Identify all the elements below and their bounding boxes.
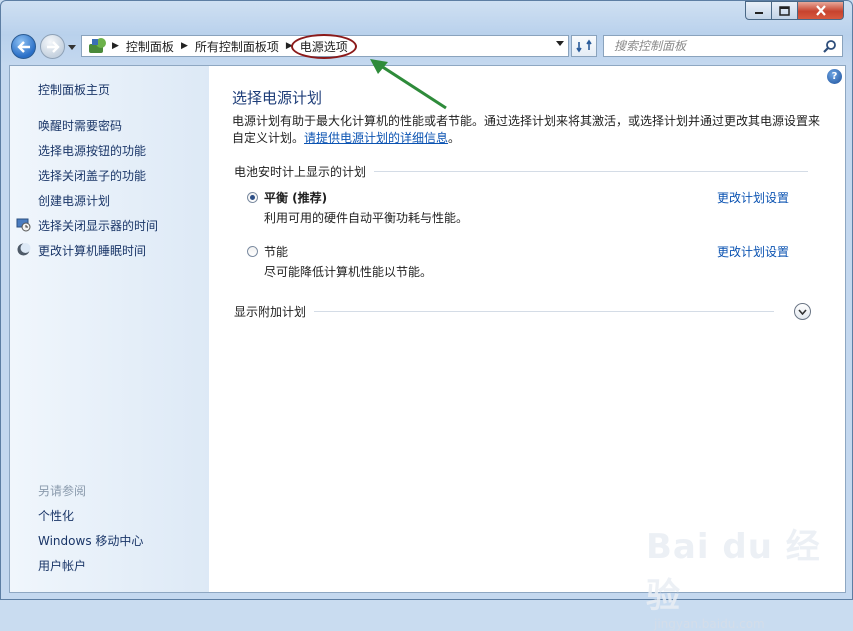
sidebar-item-display-off[interactable]: 选择关闭显示器的时间 — [38, 217, 158, 234]
window-frame: ▶ 控制面板 ▶ 所有控制面板项 ▶ 电源选项 控制面板主页 唤醒时需要密码 — [0, 0, 853, 631]
annotation-arrow — [370, 59, 447, 110]
main-panel: ? 选择电源计划 电源计划有助于最大化计算机的性能或者节能。通过选择计划来将其激… — [209, 66, 845, 592]
maximize-icon — [779, 5, 790, 16]
forward-button[interactable] — [40, 34, 65, 59]
control-panel-icon — [89, 38, 106, 53]
description-end: 。 — [448, 131, 461, 145]
search-input[interactable] — [612, 38, 816, 54]
breadcrumb: ▶ 控制面板 ▶ 所有控制面板项 ▶ 电源选项 — [110, 33, 357, 59]
refresh-icon — [576, 39, 592, 53]
monitor-clock-icon — [16, 218, 31, 232]
address-dropdown-icon[interactable] — [556, 41, 564, 46]
battery-plans-heading: 电池安时计上显示的计划 — [234, 165, 367, 179]
address-bar[interactable]: ▶ 控制面板 ▶ 所有控制面板项 ▶ 电源选项 — [81, 33, 569, 59]
group-divider — [314, 311, 774, 312]
page-title: 选择电源计划 — [232, 89, 323, 107]
sidebar-item-power-buttons[interactable]: 选择电源按钮的功能 — [38, 142, 146, 159]
plan-details-link[interactable]: 请提供电源计划的详细信息 — [304, 131, 448, 145]
see-also-personalization[interactable]: 个性化 — [38, 507, 74, 524]
plan-power-saver-description: 尽可能降低计算机性能以节能。 — [264, 265, 433, 279]
additional-plans-label[interactable]: 显示附加计划 — [234, 303, 306, 320]
plan-balanced-description: 利用可用的硬件自动平衡功耗与性能。 — [264, 211, 469, 225]
minimize-button[interactable] — [745, 1, 772, 20]
breadcrumb-separator[interactable]: ▶ — [110, 41, 121, 51]
watermark-url: jingyan.baidu.com — [654, 617, 765, 631]
close-button[interactable] — [798, 1, 844, 20]
close-icon — [815, 5, 826, 16]
expand-additional-plans-button[interactable] — [794, 303, 811, 320]
battery-plans-group: 电池安时计上显示的计划 — [234, 163, 808, 180]
sidebar-item-wake-password[interactable]: 唤醒时需要密码 — [38, 117, 122, 134]
chevron-down-icon — [68, 44, 76, 50]
maximize-button[interactable] — [772, 1, 798, 20]
plan-balanced-name[interactable]: 平衡 (推荐) — [264, 189, 327, 206]
sidebar-item-create-plan[interactable]: 创建电源计划 — [38, 192, 110, 209]
sleep-moon-icon — [17, 243, 31, 256]
plan-power-saver-name[interactable]: 节能 — [264, 243, 288, 260]
plan-balanced-change-settings-link[interactable]: 更改计划设置 — [717, 189, 789, 206]
baidu-watermark: Bai du 经验 jingyan.baidu.com — [646, 519, 846, 631]
page-description: 电源计划有助于最大化计算机的性能或者节能。通过选择计划来将其激活，或选择计划并通… — [232, 113, 820, 147]
plan-balanced-radio[interactable] — [247, 192, 258, 203]
help-icon: ? — [831, 71, 838, 82]
plan-power-saver-radio[interactable] — [247, 246, 258, 257]
breadcrumb-all-items[interactable]: 所有控制面板项 — [190, 38, 284, 55]
back-button[interactable] — [11, 34, 36, 59]
breadcrumb-control-panel[interactable]: 控制面板 — [121, 38, 179, 55]
recent-pages-dropdown[interactable] — [67, 42, 77, 52]
sidebar-item-sleep-time[interactable]: 更改计算机睡眠时间 — [38, 242, 146, 259]
plan-power-saver-change-settings-link[interactable]: 更改计划设置 — [717, 243, 789, 260]
see-also-heading: 另请参阅 — [38, 484, 87, 498]
see-also-user-accounts[interactable]: 用户帐户 — [38, 557, 86, 574]
sidebar-item-lid-close[interactable]: 选择关闭盖子的功能 — [38, 167, 146, 184]
chevron-down-icon — [798, 308, 807, 315]
breadcrumb-power-options[interactable]: 电源选项 — [290, 33, 357, 59]
highlight-ellipse — [290, 33, 357, 59]
search-icon[interactable] — [823, 39, 837, 53]
sidebar-home-link[interactable]: 控制面板主页 — [38, 81, 110, 98]
help-button[interactable]: ? — [827, 69, 842, 84]
minimize-icon — [754, 11, 763, 14]
search-box — [603, 35, 843, 57]
refresh-button[interactable] — [571, 35, 597, 57]
back-arrow-icon — [16, 40, 30, 53]
see-also-mobility-center[interactable]: Windows 移动中心 — [38, 532, 143, 549]
breadcrumb-separator[interactable]: ▶ — [179, 41, 190, 51]
sidebar: 控制面板主页 唤醒时需要密码 选择电源按钮的功能 选择关闭盖子的功能 创建电源计… — [10, 66, 209, 592]
additional-plans-group[interactable]: 显示附加计划 — [234, 303, 774, 320]
forward-arrow-icon — [46, 40, 60, 53]
content-area: 控制面板主页 唤醒时需要密码 选择电源按钮的功能 选择关闭盖子的功能 创建电源计… — [9, 65, 846, 593]
caption-buttons — [745, 1, 844, 20]
group-divider — [374, 171, 808, 172]
watermark-brand: Bai du 经验 — [646, 527, 821, 616]
